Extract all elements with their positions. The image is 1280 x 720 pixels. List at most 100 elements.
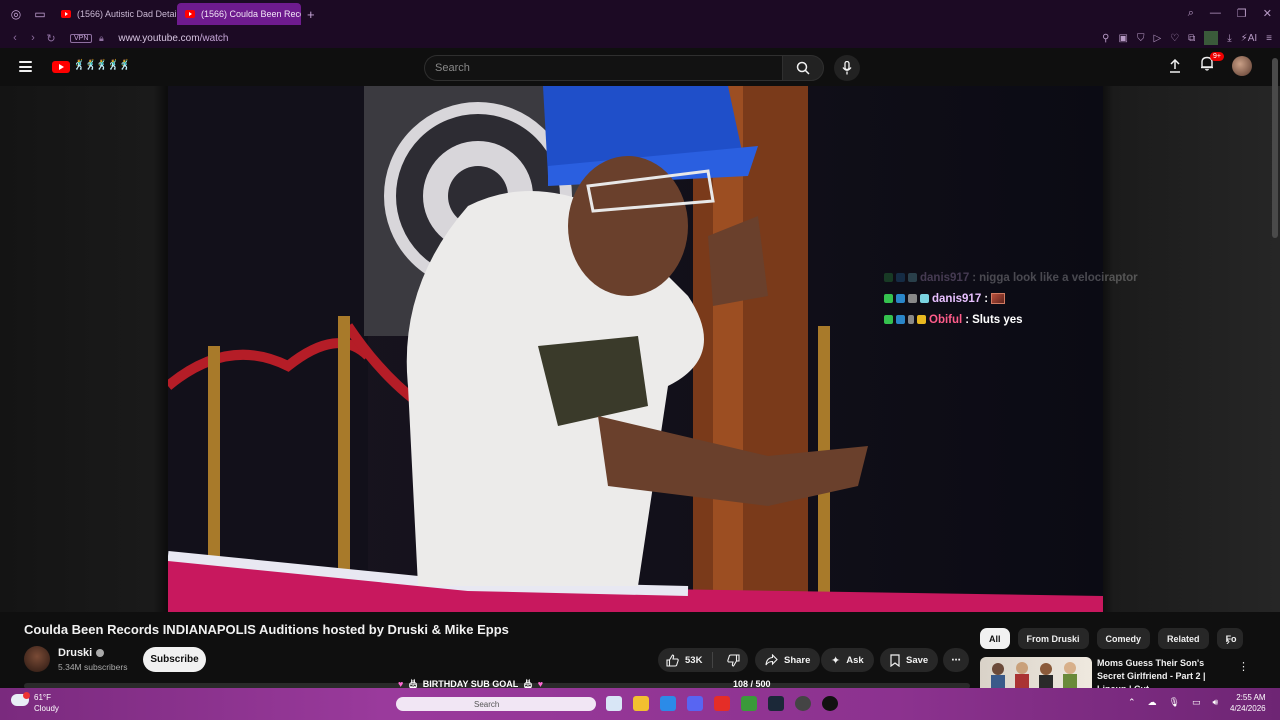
url-field[interactable]: www.youtube.com/watch [118,33,228,44]
subscribe-button[interactable]: Subscribe [143,647,206,672]
shield-icon[interactable]: ⛉ [1137,33,1145,44]
chip-related[interactable]: Related [1158,628,1209,649]
file-explorer-icon[interactable] [633,696,649,711]
network-icon[interactable]: ▭ [1192,697,1201,708]
address-bar: ‹ › ↻ VPN 🔒︎ www.youtube.com/watch ⚲ ▣ ⛉… [0,28,1280,48]
ai-button[interactable]: ⚡AI [1241,33,1257,44]
chat-separator: : [984,292,989,305]
share-button[interactable]: Share [755,648,821,672]
chat-text: nigga look like a velociraptor [979,271,1138,284]
recommendation-thumbnail[interactable] [980,657,1092,689]
thumbs-up-icon [666,653,679,667]
minimize-icon[interactable]: — [1210,7,1221,20]
search-tabs-icon[interactable]: ⌕ [1188,7,1194,20]
download-icon[interactable]: ⤓ [1227,33,1231,44]
sparkle-icon: ✦ [831,654,841,667]
page-scrollbar[interactable] [1272,58,1278,238]
hamburger-menu-icon[interactable] [19,61,32,72]
taskbar-search[interactable]: Search [396,697,596,711]
discord-icon[interactable] [687,696,703,711]
video-title: Coulda Been Records INDIANAPOLIS Auditio… [24,622,509,637]
chat-overlay: danis917 : nigga look like a velocirapto… [884,267,1138,330]
tab-coulda-been-records[interactable]: (1566) Coulda Been Recor [177,3,301,25]
dislike-button[interactable] [719,653,748,667]
chat-username: Obiful [929,313,963,326]
search-bar: Search [424,55,824,81]
doodle-figures-icon[interactable]: 🕺🕺🕺🕺🕺 [73,60,131,71]
badge-icon [884,294,893,303]
ask-label: Ask [846,654,864,666]
search-button[interactable] [782,55,824,81]
url-path: /watch [199,32,229,44]
lock-icon[interactable]: 🔒︎ [92,33,110,44]
search-icon [796,61,810,75]
tab-autistic-dad[interactable]: (1566) Autistic Dad Detain [53,3,177,25]
upload-icon[interactable] [1168,59,1182,73]
thumbs-down-icon [727,653,740,667]
taskbar-clock[interactable]: 2:55 AM 4/24/2026 [1230,692,1266,714]
video-player[interactable] [168,86,1103,612]
like-dislike-group: 53K [658,648,748,672]
channel-name[interactable]: Druski [58,647,105,659]
xbox-icon[interactable] [741,696,757,711]
reload-icon[interactable]: ↻ [42,32,60,45]
youtube-app-icon[interactable] [714,696,730,711]
thumbnail-image [991,662,1077,689]
youtube-favicon-icon [61,10,71,18]
badge-icon [896,294,905,303]
forward-icon[interactable]: › [24,32,42,44]
chevron-right-icon[interactable]: › [1226,634,1230,648]
channel-avatar[interactable] [24,646,50,672]
badge-icon [908,294,917,303]
snapshot-icon[interactable]: ▣ [1118,33,1127,44]
task-view-icon[interactable] [606,696,622,711]
badge-icon [884,273,893,282]
maximize-icon[interactable]: ❐ [1237,7,1247,20]
chat-message: danis917 : nigga look like a velocirapto… [884,267,1138,288]
ask-button[interactable]: ✦ Ask [821,648,874,672]
workspaces-icon[interactable]: ▭ [33,7,47,21]
back-icon[interactable]: ‹ [6,32,24,44]
like-button[interactable]: 53K [658,652,714,668]
new-tab-button[interactable]: + [307,7,315,22]
close-icon[interactable]: ✕ [1263,7,1272,20]
extensions-icon[interactable]: ⧉ [1188,33,1195,44]
chat-message: danis917 : [884,288,1138,309]
video-frame-image [168,86,1103,612]
verified-icon [96,649,105,657]
obs-icon[interactable] [795,696,811,711]
clock-date: 4/24/2026 [1230,704,1266,713]
chip-from-druski[interactable]: From Druski [1017,628,1089,649]
pin-icon[interactable]: ⚲ [1102,33,1109,44]
notifications-button[interactable]: 9+ [1200,52,1224,76]
chevron-up-icon[interactable]: ⌃ [1128,697,1136,708]
window-controls: ⌕ — ❐ ✕ [1188,7,1272,20]
vpn-badge[interactable]: VPN [70,33,93,43]
steam-icon[interactable] [768,696,784,711]
badge-icon [908,273,917,282]
tab-label: (1566) Autistic Dad Detain [77,9,177,19]
menu-icon[interactable]: ≡ [1266,33,1272,44]
youtube-logo-icon[interactable] [52,61,70,73]
voice-search-button[interactable] [834,55,860,81]
clock-time: 2:55 AM [1236,693,1266,702]
mail-icon[interactable] [660,696,676,711]
ai-label: AI [1247,32,1258,44]
browser-menu-icon[interactable]: ◎ [9,7,23,21]
heart-icon[interactable]: ♡ [1170,33,1179,44]
chip-all[interactable]: All [980,628,1010,649]
badge-icon [920,294,929,303]
extension-thumb-icon[interactable] [1204,31,1219,45]
account-avatar[interactable] [1232,56,1252,76]
volume-icon[interactable]: 🔊︎ [1213,697,1219,708]
more-vertical-icon[interactable]: ⋮ [1238,660,1249,673]
search-input[interactable]: Search [424,55,782,81]
save-button[interactable]: Save [880,648,939,672]
microphone-icon[interactable]: 🎙︎ [1169,697,1180,708]
onedrive-icon[interactable]: ☁ [1148,697,1157,708]
save-label: Save [906,654,929,666]
chip-comedy[interactable]: Comedy [1096,628,1151,649]
play-icon[interactable]: ▷ [1153,33,1161,44]
more-actions-button[interactable]: ⋯ [943,648,969,672]
browser-app-icon[interactable] [822,696,838,711]
